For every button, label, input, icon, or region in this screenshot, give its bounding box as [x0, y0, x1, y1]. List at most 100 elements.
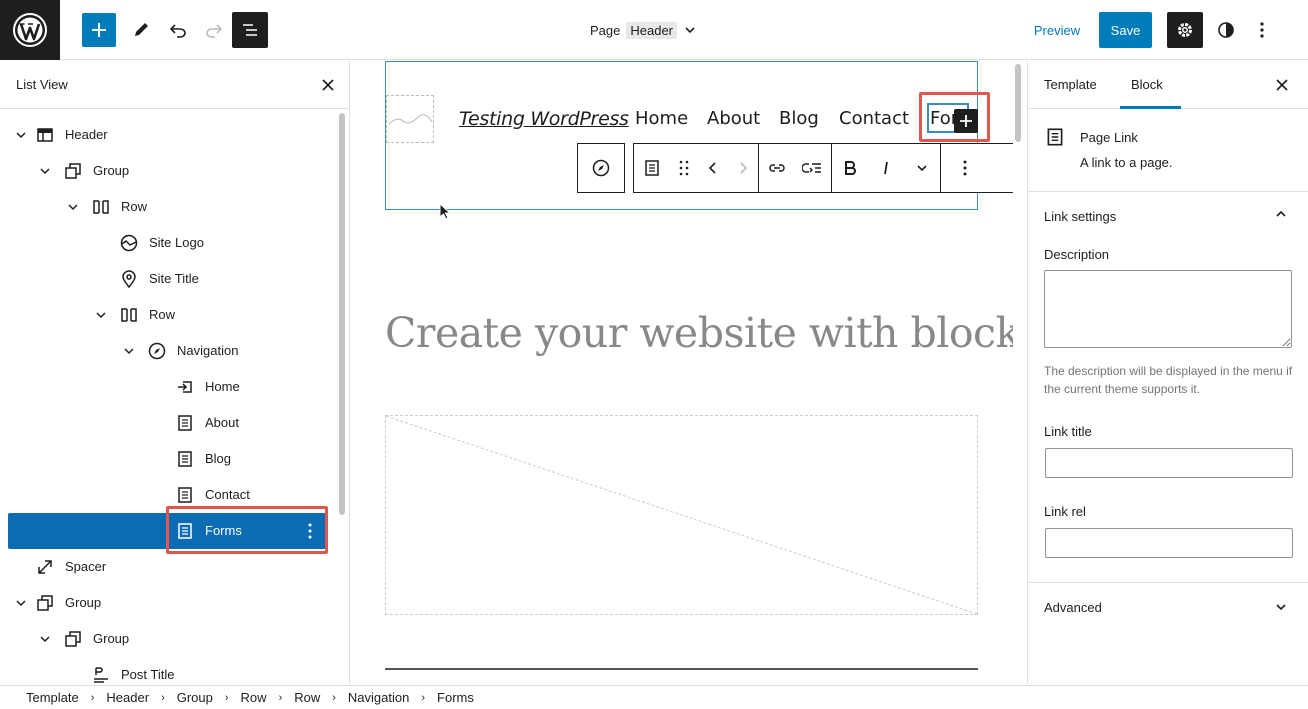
breadcrumb-item[interactable]: Group	[177, 690, 213, 705]
undo-button[interactable]	[160, 12, 196, 48]
site-logo-placeholder[interactable]	[386, 95, 434, 143]
panel-divider	[1028, 582, 1308, 583]
advanced-title[interactable]: Advanced	[1044, 600, 1102, 615]
chevron-down-icon[interactable]	[121, 343, 137, 359]
page-icon	[178, 415, 192, 431]
breadcrumb-item[interactable]: Navigation	[348, 690, 409, 705]
chevron-up-icon[interactable]	[1274, 207, 1288, 221]
link-rel-input[interactable]	[1045, 528, 1293, 558]
list-item-spacer[interactable]: Spacer	[8, 549, 326, 585]
move-right-button[interactable]	[728, 144, 758, 192]
group-icon	[65, 631, 81, 647]
separator[interactable]	[385, 668, 978, 670]
list-view-button[interactable]	[232, 12, 268, 48]
list-item-label: Navigation	[177, 343, 239, 358]
document-title-dropdown[interactable]: Page Header	[590, 18, 697, 42]
description-textarea[interactable]	[1044, 270, 1292, 348]
page-icon	[178, 451, 192, 467]
list-item-group[interactable]: Group	[8, 585, 326, 621]
nav-item-home[interactable]: Home	[635, 108, 688, 129]
page-headline[interactable]: Create your website with blocks	[385, 309, 1013, 357]
nav-item-blog[interactable]: Blog	[779, 108, 819, 129]
block-options-button[interactable]	[941, 144, 989, 192]
drag-handle[interactable]	[670, 144, 698, 192]
template-part-icon	[37, 128, 53, 142]
list-item-label: Spacer	[65, 559, 107, 574]
chevron-down-icon[interactable]	[65, 199, 81, 215]
move-left-button[interactable]	[698, 144, 728, 192]
chevron-right-icon	[740, 162, 748, 174]
close-list-view-button[interactable]	[318, 75, 338, 95]
drag-handle-icon	[679, 160, 689, 176]
block-name: Page Link	[1080, 130, 1138, 145]
breadcrumb-item-current: Forms	[437, 690, 474, 705]
chevron-down-icon[interactable]	[93, 307, 109, 323]
row-icon	[93, 200, 109, 214]
list-view-scrollbar[interactable]	[339, 113, 345, 515]
list-item-post-title[interactable]: Post Title	[8, 657, 326, 684]
list-item-label: Blog	[205, 451, 232, 466]
mouse-cursor-icon	[439, 203, 451, 220]
site-title[interactable]: Testing WordPress	[459, 108, 629, 130]
add-submenu-button[interactable]	[795, 144, 831, 192]
wordpress-logo-button[interactable]	[0, 0, 60, 60]
breadcrumb-separator-icon: ›	[224, 691, 229, 704]
row-icon	[121, 308, 137, 322]
chevron-down-icon[interactable]	[1274, 600, 1288, 614]
chevron-down-icon	[917, 165, 927, 172]
preview-button[interactable]: Preview	[1022, 12, 1092, 48]
link-title-label: Link title	[1044, 424, 1092, 439]
save-button[interactable]: Save	[1099, 12, 1152, 48]
tab-block[interactable]: Block	[1131, 77, 1163, 92]
redo-button[interactable]	[196, 12, 232, 48]
chevron-down-icon[interactable]	[37, 163, 53, 179]
list-item-label: About	[205, 415, 239, 430]
list-item-label: Site Logo	[149, 235, 204, 250]
breadcrumb-item[interactable]: Header	[106, 690, 149, 705]
block-inserter-button[interactable]	[82, 13, 116, 47]
tab-template[interactable]: Template	[1044, 77, 1097, 92]
post-title-icon	[94, 667, 108, 683]
pencil-icon	[135, 23, 148, 36]
chevron-down-icon[interactable]	[13, 127, 29, 143]
block-type-button[interactable]	[634, 144, 670, 192]
chevron-down-icon[interactable]	[37, 631, 53, 647]
chevron-down-icon[interactable]	[13, 595, 29, 611]
link-settings-title[interactable]: Link settings	[1044, 209, 1116, 224]
styles-button[interactable]	[1208, 12, 1244, 48]
link-rel-label: Link rel	[1044, 504, 1086, 519]
link-title-input[interactable]	[1045, 448, 1293, 478]
list-item-group[interactable]: Group	[8, 621, 326, 657]
list-item-header[interactable]: Header	[8, 117, 326, 153]
list-item-label: Contact	[205, 487, 250, 502]
list-item-row[interactable]: Row	[8, 189, 326, 225]
breadcrumb-item[interactable]: Row	[294, 690, 320, 705]
select-parent-navigation-button[interactable]	[578, 144, 624, 192]
list-item-site-logo[interactable]: Site Logo	[8, 225, 326, 261]
list-item-navigation[interactable]: Navigation	[8, 333, 326, 369]
breadcrumb-item[interactable]: Row	[241, 690, 267, 705]
close-sidebar-button[interactable]	[1272, 75, 1292, 95]
list-view-title: List View	[16, 77, 68, 92]
more-formatting-button[interactable]	[904, 144, 940, 192]
options-button[interactable]	[1244, 12, 1280, 48]
list-item-about[interactable]: About	[8, 405, 326, 441]
image-placeholder[interactable]	[385, 415, 978, 615]
compass-icon	[592, 159, 610, 177]
breadcrumb-item[interactable]: Template	[26, 690, 79, 705]
list-item-home[interactable]: Home	[8, 369, 326, 405]
nav-item-contact[interactable]: Contact	[839, 108, 909, 129]
list-item-row[interactable]: Row	[8, 297, 326, 333]
page-icon	[645, 160, 659, 176]
settings-button[interactable]	[1167, 12, 1203, 48]
bold-button[interactable]	[832, 144, 868, 192]
list-item-group[interactable]: Group	[8, 153, 326, 189]
list-item-blog[interactable]: Blog	[8, 441, 326, 477]
list-item-site-title[interactable]: Site Title	[8, 261, 326, 297]
tools-button[interactable]	[123, 12, 159, 48]
nav-item-about[interactable]: About	[707, 108, 760, 129]
italic-button[interactable]	[868, 144, 904, 192]
link-button[interactable]	[759, 144, 795, 192]
redo-icon	[206, 24, 223, 38]
canvas-scrollbar[interactable]	[1015, 64, 1021, 142]
